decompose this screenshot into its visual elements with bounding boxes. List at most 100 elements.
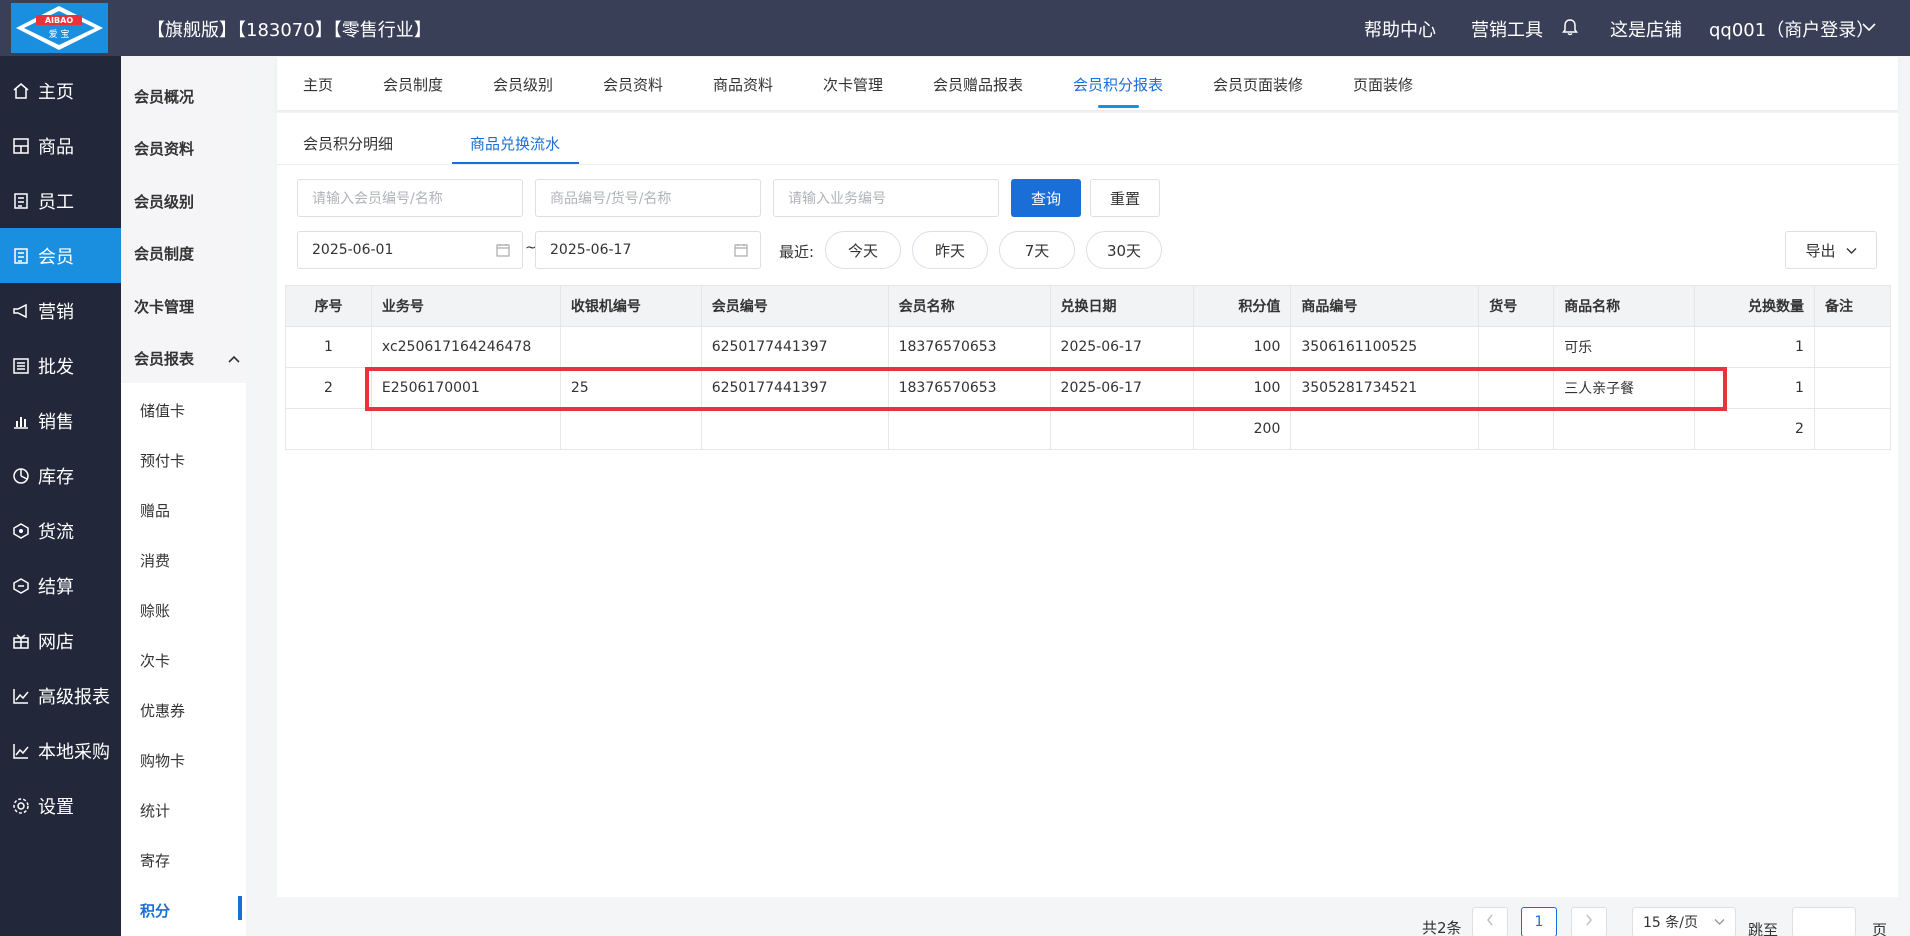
tab-member-policy[interactable]: 会员制度 bbox=[383, 74, 443, 95]
reset-button[interactable]: 重置 bbox=[1090, 179, 1160, 217]
business-number-input[interactable]: 请输入业务编号 bbox=[773, 179, 999, 217]
col-remark[interactable]: 备注 bbox=[1813, 285, 1892, 327]
cell-total-empty bbox=[559, 408, 702, 450]
page-size-select[interactable]: 15 条/页 bbox=[1632, 907, 1736, 936]
subnav-points[interactable]: 积分 bbox=[140, 900, 170, 921]
user-menu[interactable]: qq001（商户登录） bbox=[1709, 16, 1874, 42]
sidebar-item-home[interactable]: 主页 bbox=[0, 63, 121, 118]
member-search-input[interactable]: 请输入会员编号/名称 bbox=[297, 179, 523, 217]
quick-yesterday-button[interactable]: 昨天 bbox=[912, 231, 988, 269]
cell-cashier-no bbox=[559, 326, 702, 368]
subtab-points-detail[interactable]: 会员积分明细 bbox=[303, 133, 393, 154]
subnav-shopping-card[interactable]: 购物卡 bbox=[140, 750, 185, 771]
tab-member-profile[interactable]: 会员资料 bbox=[603, 74, 663, 95]
sidebar-item-logistics[interactable]: 货流 bbox=[0, 503, 121, 558]
chevron-down-icon bbox=[1846, 241, 1857, 259]
store-link[interactable]: 这是店铺 bbox=[1610, 16, 1682, 42]
col-quantity[interactable]: 兑换数量 bbox=[1694, 285, 1815, 327]
jump-page-input[interactable] bbox=[1792, 907, 1856, 936]
cell-total-empty bbox=[370, 408, 561, 450]
subnav-member-overview[interactable]: 会员概况 bbox=[134, 86, 194, 107]
sidebar-label: 设置 bbox=[38, 796, 74, 818]
table-row[interactable]: 2 E2506170001 25 6250177441397 183765706… bbox=[285, 367, 1892, 409]
subnav-times-card[interactable]: 次卡 bbox=[140, 650, 170, 671]
cell-goods-no: 3506161100525 bbox=[1290, 326, 1480, 368]
query-button[interactable]: 查询 bbox=[1011, 179, 1081, 217]
col-goods-name[interactable]: 商品名称 bbox=[1553, 285, 1696, 327]
tab-member-gift-report[interactable]: 会员赠品报表 bbox=[933, 74, 1023, 95]
table-row[interactable]: 1 xc250617164246478 6250177441397 183765… bbox=[285, 326, 1892, 368]
tab-member-level[interactable]: 会员级别 bbox=[493, 74, 553, 95]
date-from-input[interactable]: 2025-06-01 bbox=[297, 231, 523, 269]
tab-goods-profile[interactable]: 商品资料 bbox=[713, 74, 773, 95]
brand-logo[interactable]: AIBAO 爱 宝 bbox=[11, 3, 108, 53]
subnav-stored-value-card[interactable]: 储值卡 bbox=[140, 400, 185, 421]
cell-goods-no: 3505281734521 bbox=[1290, 367, 1480, 409]
subnav-statistics[interactable]: 统计 bbox=[140, 800, 170, 821]
quick-30days-button[interactable]: 30天 bbox=[1086, 231, 1162, 269]
col-points[interactable]: 积分值 bbox=[1193, 285, 1292, 327]
sidebar-item-local-purchase[interactable]: 本地采购 bbox=[0, 723, 121, 778]
col-cashier-no[interactable]: 收银机编号 bbox=[559, 285, 702, 327]
quick-today-button[interactable]: 今天 bbox=[825, 231, 901, 269]
marketing-tools-link[interactable]: 营销工具 bbox=[1471, 16, 1543, 42]
col-member-name[interactable]: 会员名称 bbox=[887, 285, 1051, 327]
subtab-exchange-flow[interactable]: 商品兑换流水 bbox=[470, 133, 560, 154]
subtab-divider bbox=[277, 164, 1898, 165]
help-center-link[interactable]: 帮助中心 bbox=[1364, 16, 1436, 42]
subnav-consumption[interactable]: 消费 bbox=[140, 550, 170, 571]
sidebar-label: 库存 bbox=[38, 466, 74, 488]
svg-text:AIBAO: AIBAO bbox=[45, 16, 73, 25]
sidebar-item-inventory[interactable]: 库存 bbox=[0, 448, 121, 503]
sidebar-item-wholesale[interactable]: 批发 bbox=[0, 338, 121, 393]
tab-member-page-design[interactable]: 会员页面装修 bbox=[1213, 74, 1303, 95]
goods-search-placeholder: 商品编号/货号/名称 bbox=[550, 191, 672, 207]
sidebar-item-member[interactable]: 会员 bbox=[0, 228, 121, 283]
subnav-storage[interactable]: 寄存 bbox=[140, 850, 170, 871]
sidebar-item-advanced-reports[interactable]: 高级报表 bbox=[0, 668, 121, 723]
subnav-member-profile[interactable]: 会员资料 bbox=[134, 138, 194, 159]
sidebar-item-marketing[interactable]: 营销 bbox=[0, 283, 121, 338]
sidebar-item-settings[interactable]: 设置 bbox=[0, 778, 121, 833]
chevron-down-icon[interactable] bbox=[1862, 18, 1876, 39]
sidebar-item-webstore[interactable]: 网店 bbox=[0, 613, 121, 668]
wholesale-icon bbox=[12, 357, 30, 375]
sidebar-item-goods[interactable]: 商品 bbox=[0, 118, 121, 173]
next-page-button[interactable] bbox=[1571, 907, 1607, 936]
subnav-credit[interactable]: 赊账 bbox=[140, 600, 170, 621]
prev-page-button[interactable] bbox=[1472, 907, 1508, 936]
export-button[interactable]: 导出 bbox=[1785, 231, 1877, 269]
col-index[interactable]: 序号 bbox=[285, 285, 372, 327]
tab-card-management[interactable]: 次卡管理 bbox=[823, 74, 883, 95]
pie-icon bbox=[12, 467, 30, 485]
col-sku[interactable]: 货号 bbox=[1478, 285, 1555, 327]
sidebar-label: 商品 bbox=[38, 136, 74, 158]
cell-total-empty bbox=[1049, 408, 1195, 450]
subnav-coupon[interactable]: 优惠券 bbox=[140, 700, 185, 721]
subnav-member-reports[interactable]: 会员报表 bbox=[134, 348, 194, 369]
col-exchange-date[interactable]: 兑换日期 bbox=[1049, 285, 1195, 327]
sidebar-item-settlement[interactable]: 结算 bbox=[0, 558, 121, 613]
col-business-no[interactable]: 业务号 bbox=[370, 285, 561, 327]
sidebar-item-staff[interactable]: 员工 bbox=[0, 173, 121, 228]
tab-member-points-report[interactable]: 会员积分报表 bbox=[1073, 74, 1163, 95]
col-goods-no[interactable]: 商品编号 bbox=[1290, 285, 1480, 327]
date-to-input[interactable]: 2025-06-17 bbox=[535, 231, 761, 269]
quick-7days-button[interactable]: 7天 bbox=[999, 231, 1075, 269]
bell-icon[interactable] bbox=[1562, 18, 1578, 40]
sidebar-item-sales[interactable]: 销售 bbox=[0, 393, 121, 448]
col-member-no[interactable]: 会员编号 bbox=[700, 285, 889, 327]
tab-home[interactable]: 主页 bbox=[303, 74, 333, 95]
goods-search-input[interactable]: 商品编号/货号/名称 bbox=[535, 179, 761, 217]
subnav-card-management[interactable]: 次卡管理 bbox=[134, 296, 194, 317]
tab-page-design[interactable]: 页面装修 bbox=[1353, 74, 1413, 95]
subnav-prepaid-card[interactable]: 预付卡 bbox=[140, 450, 185, 471]
chevron-up-icon[interactable] bbox=[228, 352, 240, 368]
page-number-button[interactable]: 1 bbox=[1521, 907, 1557, 936]
subnav-member-level[interactable]: 会员级别 bbox=[134, 191, 194, 212]
recent-label: 最近: bbox=[779, 243, 815, 261]
subnav-gift[interactable]: 赠品 bbox=[140, 500, 170, 521]
table-header-row: 序号 业务号 收银机编号 会员编号 会员名称 兑换日期 积分值 商品编号 货号 … bbox=[285, 285, 1892, 327]
exchange-flow-table: 序号 业务号 收银机编号 会员编号 会员名称 兑换日期 积分值 商品编号 货号 … bbox=[285, 285, 1892, 450]
subnav-member-policy[interactable]: 会员制度 bbox=[134, 243, 194, 264]
